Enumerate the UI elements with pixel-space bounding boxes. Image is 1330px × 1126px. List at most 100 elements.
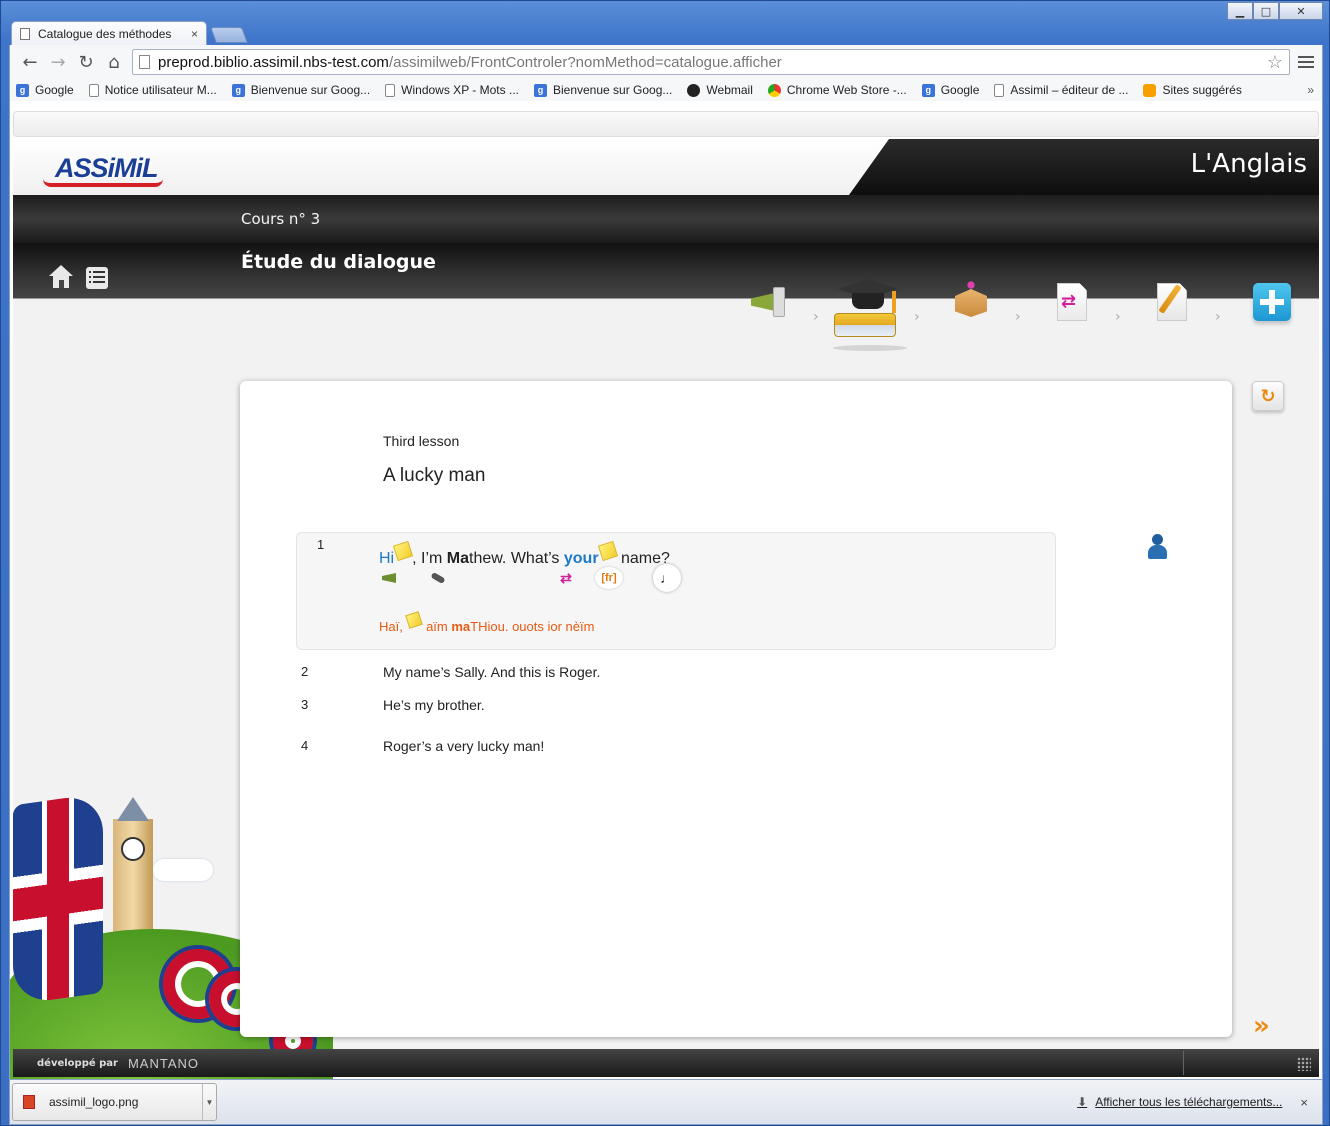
dialogue-line[interactable]: My name’s Sally. And this is Roger. [383, 664, 600, 680]
assimil-logo[interactable]: ASSiMiL [43, 149, 175, 189]
speaker-icon[interactable] [379, 567, 399, 589]
repeat-icon[interactable]: ↻ [1252, 381, 1284, 411]
box-icon[interactable] [949, 279, 995, 325]
download-menu-icon[interactable]: ▼ [202, 1084, 216, 1120]
line-number: 2 [301, 664, 309, 679]
home-icon[interactable]: ⌂ [100, 48, 128, 76]
bookmark-label: Chrome Web Store -... [786, 83, 907, 97]
step-chevron-icon: › [813, 309, 819, 325]
mantano-logo[interactable]: MANTANO [128, 1056, 199, 1071]
bookmark-item[interactable]: g Google [921, 83, 980, 97]
french-translation-button[interactable]: [fr] [595, 567, 623, 589]
course-number: Cours n° 3 [241, 210, 321, 228]
word-your[interactable]: your [564, 550, 599, 567]
megaphone-icon[interactable] [747, 279, 793, 325]
address-bar[interactable]: preprod.biblio.assimil.nbs-test.com /ass… [132, 49, 1290, 75]
app-home-icon[interactable] [49, 265, 73, 289]
section-title: Étude du dialogue [241, 251, 436, 273]
download-item[interactable]: assimil_logo.png ▼ [12, 1083, 217, 1121]
course-bar: Cours n° 3 [13, 195, 1319, 243]
window-controls: ▁ □ ✕ [1227, 2, 1323, 20]
back-icon[interactable]: ← [16, 48, 44, 76]
union-jack-icon [13, 792, 103, 1006]
bookmark-star-icon[interactable]: ☆ [1267, 52, 1283, 73]
show-all-downloads-link[interactable]: ⬇ Afficher tous les téléchargements... [1077, 1095, 1282, 1109]
app-footer: développé par MANTANO [13, 1049, 1319, 1077]
chrome-store-icon [767, 83, 781, 97]
browser-toolbar: ← → ↻ ⌂ preprod.biblio.assimil.nbs-test.… [9, 45, 1323, 79]
dialogue-line-selected[interactable]: 1 Hi, I’m Mathew. What’s your name? ⇄ [f… [296, 532, 1056, 650]
google-icon: g [921, 83, 935, 97]
graduation-cap-icon[interactable] [830, 279, 900, 349]
minimize-icon[interactable]: ▁ [1227, 2, 1253, 20]
chrome-menu-icon[interactable] [1298, 56, 1314, 68]
step-chevron-icon: › [1115, 309, 1121, 325]
maximize-icon[interactable]: □ [1253, 2, 1279, 20]
word-hi[interactable]: Hi [379, 550, 394, 567]
bookmark-item[interactable]: Webmail [687, 83, 753, 97]
dialogue-line[interactable]: He’s my brother. [383, 697, 485, 713]
music-note-icon[interactable]: ♩ [653, 564, 681, 592]
line-number: 1 [317, 537, 325, 552]
bookmark-label: Sites suggérés [1162, 83, 1242, 97]
new-tab-button[interactable] [210, 27, 248, 43]
translate-icon[interactable]: ⇄ [1051, 279, 1097, 325]
resize-grip-icon[interactable] [1297, 1057, 1311, 1071]
bookmark-item[interactable]: Chrome Web Store -... [767, 83, 907, 97]
note-icon[interactable] [393, 540, 414, 562]
google-icon: g [231, 83, 245, 97]
reload-icon[interactable]: ↻ [72, 48, 100, 76]
bookmark-item[interactable]: Windows XP - Mots ... [385, 83, 519, 97]
plus-icon[interactable] [1249, 279, 1295, 325]
url-host: preprod.biblio.assimil.nbs-test.com [158, 53, 389, 71]
bookmark-label: Assimil – éditeur de ... [1010, 83, 1129, 97]
bookmark-item[interactable]: g Bienvenue sur Goog... [231, 83, 370, 97]
url-path: /assimilweb/FrontControler?nomMethod=cat… [388, 53, 782, 71]
dialogue-card: Third lesson A lucky man 1 Hi, I’m Mathe… [240, 381, 1232, 1037]
bookmark-label: Google [35, 83, 74, 97]
microphone-icon[interactable] [427, 567, 449, 589]
write-icon[interactable] [1151, 279, 1197, 325]
bookmark-item[interactable]: g Google [16, 83, 74, 97]
note-icon[interactable] [597, 540, 618, 562]
line-number: 4 [301, 738, 309, 753]
tab-strip: Catalogue des méthodes × [11, 21, 248, 45]
bookmark-item[interactable]: Notice utilisateur M... [88, 83, 217, 97]
footer-dev-label: développé par [37, 1057, 118, 1069]
lesson-title: A lucky man [383, 465, 486, 486]
translate-line-icon[interactable]: ⇄ [555, 567, 577, 589]
bookmarks-bar: g Google Notice utilisateur M... g Bienvenue… [9, 79, 1323, 101]
webmail-icon [687, 83, 701, 97]
bookmark-label: Webmail [706, 83, 753, 97]
tab-title: Catalogue des méthodes [38, 26, 172, 41]
bookmark-label: Notice utilisateur M... [104, 83, 217, 97]
dialogue-line[interactable]: Roger’s a very lucky man! [383, 738, 544, 754]
window-close-icon[interactable]: ✕ [1279, 2, 1323, 20]
shelf-close-icon[interactable]: × [1300, 1095, 1308, 1110]
language-panel: L'Anglais [849, 139, 1319, 195]
bookmark-label: Google [940, 83, 980, 97]
browser-window: ▁ □ ✕ Catalogue des méthodes × ← → ↻ ⌂ p… [0, 0, 1330, 1126]
google-icon: g [533, 83, 547, 97]
tab-catalogue[interactable]: Catalogue des méthodes × [11, 21, 207, 45]
section-bar: Étude du dialogue [13, 243, 1319, 299]
download-filename: assimil_logo.png [49, 1095, 139, 1109]
lesson-list-icon[interactable] [86, 267, 108, 289]
note-icon[interactable] [405, 611, 424, 629]
page-icon [88, 83, 99, 97]
next-page-icon[interactable]: » [1253, 1011, 1270, 1041]
page-viewport: ASSiMiL L'Anglais Cours n° 3 Étude du di… [9, 101, 1323, 1079]
forward-icon[interactable]: → [44, 48, 72, 76]
speaker-person-icon[interactable] [1143, 532, 1173, 566]
bookmark-item[interactable]: Assimil – éditeur de ... [994, 83, 1128, 97]
download-shelf: assimil_logo.png ▼ ⬇ Afficher tous les t… [9, 1079, 1323, 1125]
active-step-shadow [833, 345, 907, 351]
step-chevron-icon: › [1015, 309, 1021, 325]
page-icon [385, 83, 396, 97]
bookmarks-overflow-icon[interactable]: » [1307, 83, 1314, 97]
suggested-icon [1143, 83, 1157, 97]
tab-close-icon[interactable]: × [191, 27, 198, 41]
phonetic-transcription: Haï, aïm maTHiou. ouots ior nèïm [379, 611, 594, 634]
bookmark-item[interactable]: Sites suggérés [1143, 83, 1242, 97]
bookmark-item[interactable]: g Bienvenue sur Goog... [533, 83, 672, 97]
